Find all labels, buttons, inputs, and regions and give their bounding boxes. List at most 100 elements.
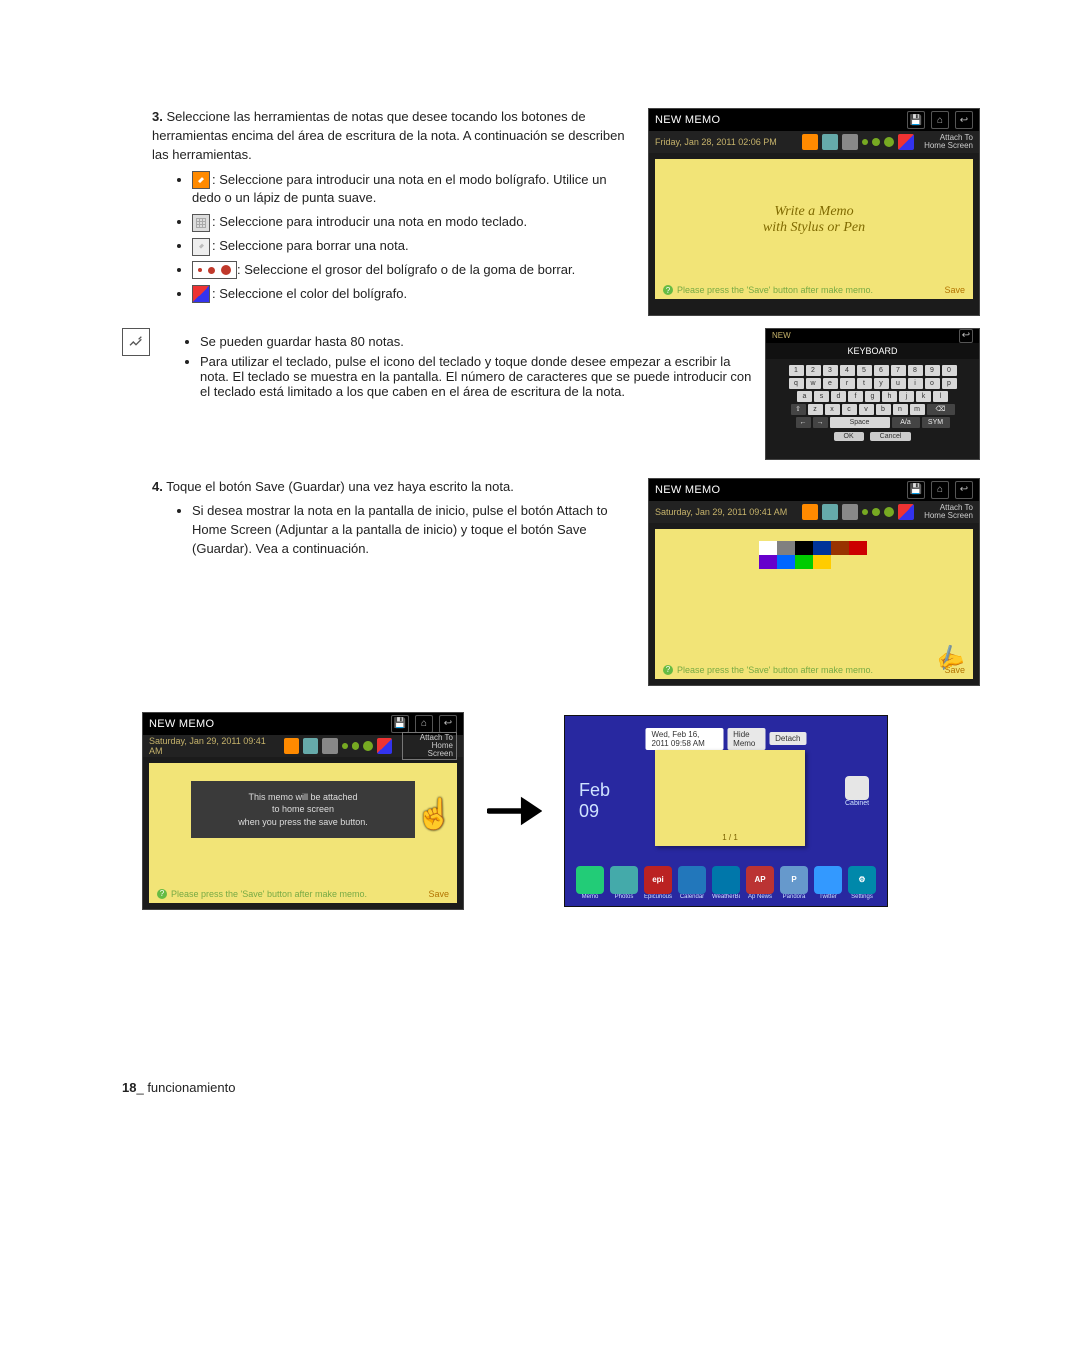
kb-row-2[interactable]: qwertyuiop — [772, 378, 973, 389]
kb-row-3[interactable]: asdfghjkl — [772, 391, 973, 402]
toolbar-color-icon[interactable] — [898, 134, 914, 150]
dock-app[interactable] — [712, 866, 740, 894]
dock-app[interactable]: epi — [644, 866, 672, 894]
palette-swatch[interactable] — [777, 555, 795, 569]
toolbar-pen-icon[interactable] — [802, 134, 818, 150]
toolbar-color-icon[interactable] — [377, 738, 392, 754]
step3-number: 3. — [152, 109, 163, 124]
home-datetime: Wed, Feb 16, 2011 09:58 AM — [646, 728, 724, 750]
shot2-date: Saturday, Jan 29, 2011 09:41 AM — [655, 507, 787, 517]
screenshot-home-screen: Wed, Feb 16, 2011 09:58 AM Hide Memo Det… — [564, 715, 888, 907]
dock-app[interactable] — [576, 866, 604, 894]
toolbar-eraser-icon[interactable] — [842, 134, 858, 150]
home-icon[interactable]: ⌂ — [415, 715, 433, 733]
color-palette[interactable] — [759, 541, 869, 569]
toolbar-color-icon[interactable] — [898, 504, 914, 520]
dock-app-label: WeatherBug — [712, 894, 740, 900]
back-icon[interactable]: ↩ — [955, 481, 973, 499]
dock-app[interactable]: P — [780, 866, 808, 894]
kb-row-5[interactable]: ←→SpaceA/aSYM — [772, 417, 973, 428]
dock-app-label: Epicurious — [644, 894, 672, 900]
toolbar-dot-l[interactable] — [363, 741, 373, 751]
back-icon[interactable]: ↩ — [955, 111, 973, 129]
memo-placeholder-2: with Stylus or Pen — [763, 220, 865, 236]
toolbar-pen-icon[interactable] — [284, 738, 299, 754]
eraser-tool-icon — [192, 238, 210, 256]
kb-row-4[interactable]: ⇧zxcvbnm⌫ — [772, 404, 973, 415]
home-month-day: Feb 09 — [579, 780, 610, 822]
kb-cancel[interactable]: Cancel — [870, 432, 912, 441]
dock-app-label: Settings — [848, 894, 876, 900]
tool-size-desc: : Seleccione el grosor del bolígrafo o d… — [237, 262, 575, 277]
kb-ok[interactable]: OK — [834, 432, 864, 441]
note-box-icon — [122, 328, 150, 356]
attach-home-label[interactable]: Attach To Home Screen — [924, 134, 973, 150]
shot3-save[interactable]: Save — [428, 889, 449, 899]
palette-swatch[interactable] — [759, 541, 777, 555]
toolbar-dot-l[interactable] — [884, 507, 894, 517]
color-tool-icon — [192, 285, 210, 303]
dock-app[interactable] — [814, 866, 842, 894]
memo-placeholder-1: Write a Memo — [774, 204, 853, 220]
toolbar-pen-icon[interactable] — [802, 504, 818, 520]
palette-swatch[interactable] — [849, 541, 867, 555]
dock-app[interactable] — [610, 866, 638, 894]
toolbar-dot-s[interactable] — [862, 139, 868, 145]
kb-row-1[interactable]: 1234567890 — [772, 365, 973, 376]
palette-swatch[interactable] — [759, 555, 777, 569]
toolbar-dot-s[interactable] — [862, 509, 868, 515]
palette-swatch[interactable] — [795, 541, 813, 555]
palette-swatch[interactable] — [813, 555, 831, 569]
dock-app[interactable]: ⚙ — [848, 866, 876, 894]
shot3-date: Saturday, Jan 29, 2011 09:41 AM — [149, 736, 276, 756]
back-icon[interactable]: ↩ — [439, 715, 457, 733]
shot1-date: Friday, Jan 28, 2011 02:06 PM — [655, 137, 777, 147]
dock-app-label: Twitter — [814, 894, 842, 900]
step4-text: Toque el botón Save (Guardar) una vez ha… — [166, 479, 514, 494]
screenshot-keyboard: NEW↩ KEYBOARD 1234567890 qwertyuiop asdf… — [765, 328, 980, 460]
dock-app-label: Memo — [576, 894, 604, 900]
hide-memo-button[interactable]: Hide Memo — [727, 728, 765, 750]
detach-button[interactable]: Detach — [769, 732, 806, 745]
home-icon[interactable]: ⌂ — [931, 111, 949, 129]
screenshot-attach-confirm: NEW MEMO 💾 ⌂ ↩ Saturday, Jan 29, 2011 09… — [142, 712, 464, 910]
tool-kbd-desc: : Seleccione para introducir una nota en… — [212, 214, 527, 229]
palette-swatch[interactable] — [777, 541, 795, 555]
palette-swatch[interactable] — [813, 541, 831, 555]
toolbar-dot-s[interactable] — [342, 743, 348, 749]
toolbar-kbd-icon[interactable] — [822, 134, 838, 150]
keyboard-tool-icon — [192, 214, 210, 232]
palette-swatch[interactable] — [795, 555, 813, 569]
attach-home-label[interactable]: Attach To Home Screen — [924, 504, 973, 520]
toolbar-dot-m[interactable] — [352, 742, 360, 750]
toolbar-dot-m[interactable] — [872, 138, 880, 146]
save-disk-icon[interactable]: 💾 — [391, 715, 409, 733]
attach-home-label[interactable]: Attach To Home Screen — [402, 732, 457, 760]
shot1-save[interactable]: Save — [944, 285, 965, 295]
toolbar-kbd-icon[interactable] — [822, 504, 838, 520]
toolbar-dot-l[interactable] — [884, 137, 894, 147]
step3-text: Seleccione las herramientas de notas que… — [152, 109, 625, 162]
save-disk-icon[interactable]: 💾 — [907, 481, 925, 499]
tool-pen-desc: : Seleccione para introducir una nota en… — [192, 172, 607, 206]
note-line-1: Se pueden guardar hasta 80 notas. — [200, 334, 755, 349]
toolbar-eraser-icon[interactable] — [322, 738, 337, 754]
attached-memo[interactable]: 1 / 1 — [655, 750, 805, 846]
dock-app-label: Calendar — [678, 894, 706, 900]
page-footer: 18_ funcionamiento — [122, 1080, 980, 1095]
toolbar-dot-m[interactable] — [872, 508, 880, 516]
cabinet-icon[interactable] — [845, 776, 869, 800]
toolbar-kbd-icon[interactable] — [303, 738, 318, 754]
dock-app[interactable]: AP — [746, 866, 774, 894]
dock-app[interactable] — [678, 866, 706, 894]
pointing-hand-icon: ☝ — [416, 797, 453, 832]
palette-swatch[interactable] — [831, 541, 849, 555]
toolbar-eraser-icon[interactable] — [842, 504, 858, 520]
shot3-hint: Please press the 'Save' button after mak… — [171, 889, 367, 899]
home-icon[interactable]: ⌂ — [931, 481, 949, 499]
stroke-size-icon — [192, 261, 237, 279]
hint-icon: ? — [663, 285, 673, 295]
hint-icon: ? — [157, 889, 167, 899]
save-disk-icon[interactable]: 💾 — [907, 111, 925, 129]
home-dock: MemoPhotosepiEpicuriousCalendarWeatherBu… — [565, 866, 887, 900]
